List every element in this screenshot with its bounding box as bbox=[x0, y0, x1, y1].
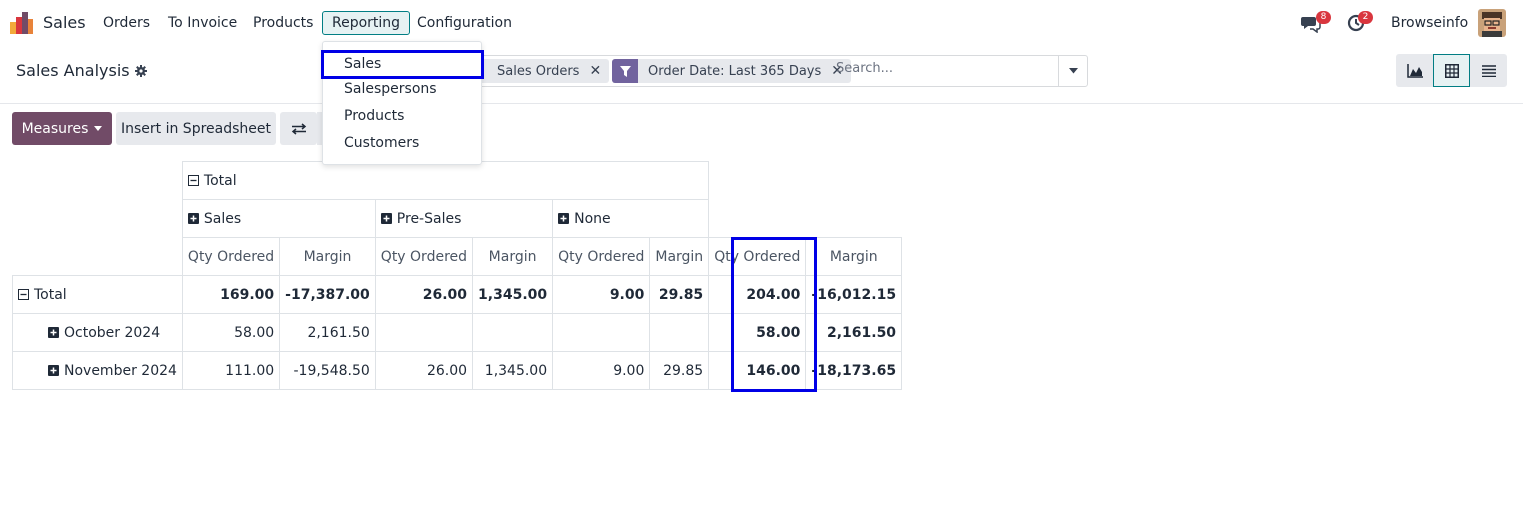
measure-header[interactable]: Qty Ordered bbox=[552, 237, 651, 276]
pivot-cell[interactable]: 9.00 bbox=[552, 351, 651, 390]
pivot-cell[interactable] bbox=[552, 313, 651, 352]
row-header-total[interactable]: Total bbox=[12, 275, 183, 314]
pivot-cell[interactable] bbox=[374, 313, 474, 352]
expand-icon bbox=[380, 212, 392, 224]
filter-facet-order-date[interactable]: Order Date: Last 365 Days ✕ bbox=[612, 59, 851, 83]
top-navbar: Sales Orders To Invoice Products Reporti… bbox=[0, 0, 1523, 46]
search-bar[interactable]: Sales Orders ✕ Order Date: Last 365 Days… bbox=[467, 55, 1088, 87]
reporting-dropdown: Sales Salespersons Products Customers bbox=[321, 41, 484, 165]
row-header-november-2024[interactable]: November 2024 bbox=[12, 351, 183, 390]
pivot-cell[interactable]: 58.00 bbox=[181, 313, 281, 352]
pivot-cell[interactable]: 111.00 bbox=[181, 351, 281, 390]
pivot-cell[interactable]: 26.00 bbox=[374, 351, 474, 390]
pivot-table-icon bbox=[1444, 63, 1459, 78]
pivot-cell[interactable]: -18,173.65 bbox=[805, 351, 903, 390]
pivot-cell[interactable]: 29.85 bbox=[649, 275, 710, 314]
flip-axis-button[interactable] bbox=[280, 112, 317, 145]
caret-down-icon bbox=[94, 126, 103, 131]
highlight-margin-column bbox=[731, 237, 817, 392]
measure-header[interactable]: Margin bbox=[805, 237, 903, 276]
col-header-none[interactable]: None bbox=[552, 199, 710, 238]
menu-orders[interactable]: Orders bbox=[103, 15, 150, 31]
expand-icon bbox=[48, 364, 59, 376]
measure-header[interactable]: Margin bbox=[279, 237, 376, 276]
graph-view-button[interactable] bbox=[1396, 54, 1433, 87]
row-header-october-2024[interactable]: October 2024 bbox=[12, 313, 183, 352]
expand-icon bbox=[48, 326, 59, 338]
swap-arrows-icon bbox=[291, 122, 306, 135]
dropdown-item-sales[interactable]: Sales bbox=[321, 50, 484, 79]
measure-header[interactable]: Margin bbox=[649, 237, 710, 276]
pivot-cell[interactable] bbox=[472, 313, 554, 352]
pivot-cell[interactable] bbox=[649, 313, 710, 352]
chevron-down-icon bbox=[1068, 68, 1078, 74]
app-name[interactable]: Sales bbox=[43, 13, 86, 32]
expand-icon bbox=[187, 212, 199, 224]
messages-badge: 8 bbox=[1316, 11, 1331, 24]
pivot-cell[interactable]: 1,345.00 bbox=[472, 351, 554, 390]
dropdown-item-products[interactable]: Products bbox=[344, 108, 404, 124]
pivot-cell[interactable]: 29.85 bbox=[649, 351, 710, 390]
control-panel-divider bbox=[0, 103, 1523, 104]
pivot-cell[interactable]: 26.00 bbox=[374, 275, 474, 314]
search-input[interactable] bbox=[836, 61, 1056, 76]
sales-app-icon[interactable] bbox=[10, 12, 34, 34]
dropdown-item-salespersons[interactable]: Salespersons bbox=[344, 81, 437, 97]
close-icon[interactable]: ✕ bbox=[589, 63, 601, 79]
measures-button[interactable]: Measures bbox=[12, 112, 112, 145]
menu-reporting[interactable]: Reporting bbox=[322, 11, 411, 35]
search-options-toggle[interactable] bbox=[1058, 56, 1087, 86]
pivot-view-button[interactable] bbox=[1433, 54, 1470, 87]
user-avatar[interactable] bbox=[1478, 9, 1506, 37]
insert-spreadsheet-button[interactable]: Insert in Spreadsheet bbox=[116, 112, 276, 145]
col-header-sales[interactable]: Sales bbox=[181, 199, 376, 238]
view-switcher bbox=[1396, 54, 1507, 87]
filter-icon bbox=[612, 59, 638, 83]
collapse-icon bbox=[18, 288, 29, 300]
expand-icon bbox=[558, 212, 570, 224]
measure-header[interactable]: Qty Ordered bbox=[181, 237, 281, 276]
menu-to-invoice[interactable]: To Invoice bbox=[168, 15, 237, 31]
measure-header[interactable]: Qty Ordered bbox=[374, 237, 474, 276]
menu-products[interactable]: Products bbox=[253, 15, 313, 31]
list-icon bbox=[1481, 64, 1496, 77]
filter-facet-sales-orders[interactable]: Sales Orders ✕ bbox=[467, 59, 610, 83]
pivot-cell[interactable]: 2,161.50 bbox=[805, 313, 903, 352]
collapse-icon bbox=[187, 174, 199, 186]
pivot-cell[interactable]: -16,012.15 bbox=[805, 275, 903, 314]
area-chart-icon bbox=[1406, 63, 1423, 78]
pivot-cell[interactable]: 9.00 bbox=[552, 275, 651, 314]
breadcrumb: Sales Analysis bbox=[16, 61, 147, 80]
pivot-cell[interactable]: 1,345.00 bbox=[472, 275, 554, 314]
pivot-cell[interactable]: -19,548.50 bbox=[279, 351, 376, 390]
menu-configuration[interactable]: Configuration bbox=[417, 15, 512, 31]
gear-icon[interactable] bbox=[134, 64, 147, 77]
pivot-cell[interactable]: -17,387.00 bbox=[279, 275, 376, 314]
col-header-total[interactable]: Total bbox=[181, 161, 710, 200]
pivot-cell[interactable]: 2,161.50 bbox=[279, 313, 376, 352]
col-header-pre-sales[interactable]: Pre-Sales bbox=[374, 199, 554, 238]
list-view-button[interactable] bbox=[1470, 54, 1507, 87]
measure-header[interactable]: Margin bbox=[472, 237, 554, 276]
activities-badge: 2 bbox=[1358, 11, 1373, 24]
dropdown-item-customers[interactable]: Customers bbox=[344, 135, 419, 151]
page-title: Sales Analysis bbox=[16, 61, 130, 80]
company-switcher[interactable]: Browseinfo bbox=[1391, 15, 1468, 31]
pivot-cell[interactable]: 169.00 bbox=[181, 275, 281, 314]
